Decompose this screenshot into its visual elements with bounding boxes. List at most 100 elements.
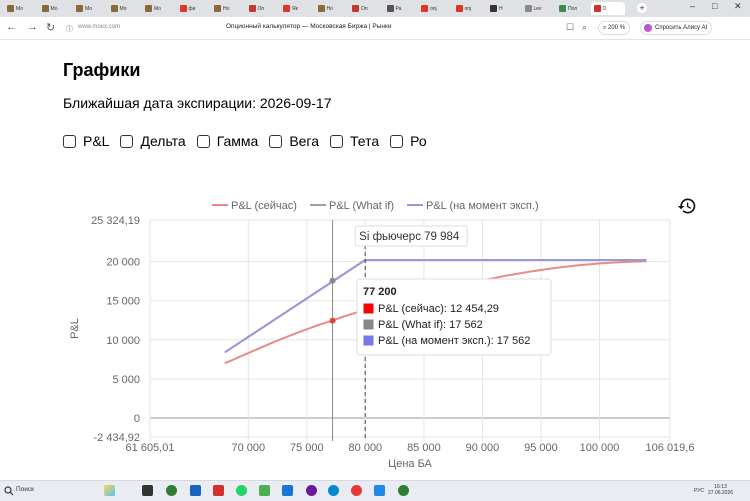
tooltip-swatch <box>362 302 375 315</box>
browser-tab[interactable]: фи <box>177 2 203 15</box>
tab-label: Мо <box>85 5 93 12</box>
checkbox-box[interactable] <box>120 134 134 148</box>
tab-favicon-icon <box>317 5 325 12</box>
browser-tab[interactable]: onj <box>453 2 479 15</box>
y-tick-label: 25 324,19 <box>91 215 140 227</box>
browser-tab[interactable]: Н <box>487 2 513 15</box>
tab-favicon-icon <box>7 5 14 12</box>
x-tick-label: 106 019,6 <box>646 442 695 454</box>
alice-button[interactable]: Спросить Алису AI <box>640 21 713 35</box>
url-domain[interactable]: www.moex.com <box>78 24 120 30</box>
explorer-icon[interactable] <box>190 485 201 496</box>
tab-search-icon[interactable]: ⌕ <box>582 22 587 33</box>
alice-icon <box>644 24 652 32</box>
app-folder-icon[interactable] <box>374 485 385 496</box>
address-bar: ← → ↻ ⓘ www.moex.com Опционный калькулят… <box>0 17 750 40</box>
tab-favicon-icon <box>352 5 359 12</box>
bookmark-icon[interactable]: ☐ <box>566 22 574 33</box>
new-tab-button[interactable]: + <box>637 3 647 13</box>
browser-tab[interactable]: Пол <box>556 2 582 15</box>
tooltip-swatch <box>362 334 375 347</box>
tab-favicon-icon <box>179 5 187 12</box>
checkbox-gamma[interactable]: Гамма <box>196 133 258 149</box>
checkbox-theta[interactable]: Тета <box>330 133 379 149</box>
reload-icon[interactable]: ↻ <box>46 21 55 34</box>
y-tick-label: 10 000 <box>106 335 140 347</box>
y-tick-label: 5 000 <box>112 374 140 386</box>
checkbox-delta[interactable]: Дельта <box>120 133 186 149</box>
app-q-icon[interactable] <box>166 485 177 496</box>
taskbar-search-label[interactable]: Поиск <box>16 486 34 493</box>
checkbox-vega[interactable]: Вега <box>269 133 319 149</box>
browser-tab[interactable]: Но <box>211 2 237 15</box>
app-green-icon[interactable] <box>259 485 270 496</box>
browser-tab[interactable]: Но <box>315 2 341 15</box>
forward-icon[interactable]: → <box>27 21 38 33</box>
checkbox-box[interactable] <box>196 134 210 148</box>
browser-tab[interactable]: Lev <box>522 2 548 15</box>
maximize-icon[interactable]: □ <box>712 1 717 11</box>
expiry-date-text: Ближайшая дата экспирации: 2026-09-17 <box>63 95 332 111</box>
app-q2-icon[interactable] <box>398 485 409 496</box>
browser-tab[interactable]: Мо <box>4 2 30 15</box>
tab-label: Як <box>292 5 298 12</box>
language-indicator[interactable]: РУС <box>694 488 704 494</box>
browser-tab[interactable]: Ра <box>384 2 410 15</box>
tab-label: onj <box>430 5 437 12</box>
checkbox-box[interactable] <box>330 134 344 148</box>
url-page-title[interactable]: Опционный калькулятор — Московская Биржа… <box>226 23 391 30</box>
tab-label: Мо <box>154 5 162 12</box>
browser-tab[interactable]: Мо <box>73 2 99 15</box>
checkbox-box[interactable] <box>63 134 76 148</box>
x-axis-label: Цена БА <box>388 458 432 470</box>
tab-favicon-icon <box>593 5 601 12</box>
app-red-icon[interactable] <box>351 485 362 496</box>
taskview-icon[interactable] <box>142 485 153 496</box>
tab-label: Оп <box>257 5 265 12</box>
browser-tab[interactable]: О <box>590 2 625 15</box>
mail-icon[interactable] <box>213 485 224 496</box>
checkbox-rho[interactable]: Ро <box>390 133 427 149</box>
x-tick-label: 75 000 <box>290 442 324 454</box>
tab-favicon-icon <box>455 5 463 12</box>
checkbox-box[interactable] <box>269 134 283 148</box>
tab-favicon-icon <box>110 5 118 12</box>
site-info-icon[interactable]: ⓘ <box>66 24 73 34</box>
browser-tab[interactable]: Як <box>280 2 306 15</box>
browser-tab[interactable]: Оп <box>246 2 272 15</box>
pnl-chart[interactable]: 25 324,1920 00015 00010 0005 0000-2 434,… <box>0 190 750 475</box>
tooltip-title: 77 200 <box>363 286 397 298</box>
minimize-icon[interactable]: – <box>690 1 695 11</box>
tooltip-swatch <box>362 318 375 331</box>
tab-favicon-icon <box>145 5 152 12</box>
browser-tab[interactable]: Мо <box>39 2 65 15</box>
x-tick-label: 90 000 <box>466 442 500 454</box>
browser-tab[interactable]: Мо <box>108 2 134 15</box>
copilot-icon[interactable] <box>104 485 115 496</box>
tab-label: Н <box>499 5 503 12</box>
x-tick-label: 95 000 <box>524 442 558 454</box>
zoom-level: 200 % <box>608 25 626 31</box>
yandex-browser-icon[interactable] <box>306 485 317 496</box>
app-blue-icon[interactable] <box>282 485 293 496</box>
checkbox-label: Ро <box>410 133 427 149</box>
checkbox-pnl[interactable]: P&L <box>63 133 109 149</box>
tab-favicon-icon <box>386 5 394 12</box>
checkbox-box[interactable] <box>390 134 404 148</box>
clock-date: 27.06.2026 <box>708 490 734 496</box>
clock[interactable]: 16:13 27.06.2026 <box>708 484 733 496</box>
tooltip-item: P&L (сейчас): 12 454,29 <box>378 303 499 315</box>
whatsapp-icon[interactable] <box>236 485 247 496</box>
browser-tab[interactable]: onj <box>418 2 444 15</box>
edge-icon[interactable] <box>328 485 339 496</box>
search-icon[interactable] <box>4 486 14 496</box>
zoom-indicator[interactable]: ⌕ 200 % <box>598 21 631 35</box>
browser-tab[interactable]: Мо <box>142 2 168 15</box>
chart-type-checkboxes: P&L Дельта Гамма Вега Тета Ро <box>63 133 438 149</box>
tab-label: фи <box>188 5 196 12</box>
tab-label: onj <box>464 5 472 12</box>
close-window-icon[interactable]: ✕ <box>734 1 742 12</box>
back-icon[interactable]: ← <box>6 21 17 33</box>
browser-tab[interactable]: Оп <box>349 2 375 15</box>
tab-label: Lev <box>533 5 542 12</box>
